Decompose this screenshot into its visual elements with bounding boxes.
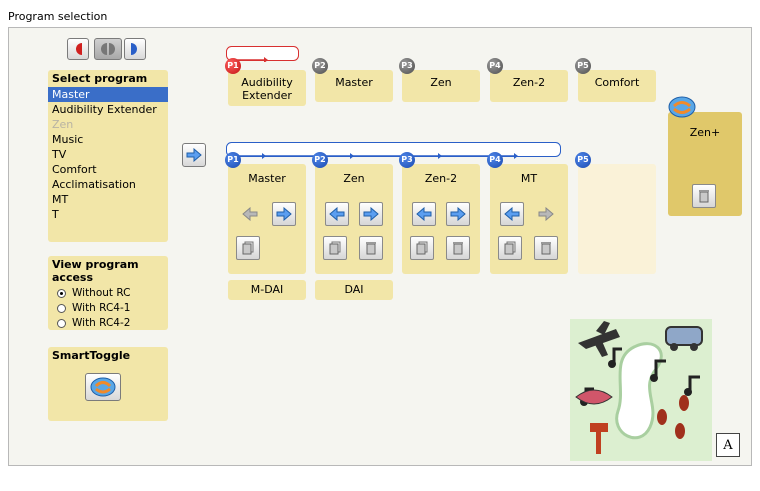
- view-access-title: View program access: [52, 258, 139, 284]
- move-right-button[interactable]: [446, 202, 470, 226]
- both-sides-button[interactable]: [94, 38, 122, 60]
- radio-button[interactable]: [57, 319, 66, 328]
- program-list-item[interactable]: Zen: [48, 117, 168, 132]
- access-option[interactable]: With RC4-1: [48, 301, 168, 316]
- program-list-item[interactable]: Audibility Extender: [48, 102, 168, 117]
- radio-button[interactable]: [57, 289, 66, 298]
- right-ear-icon: [131, 43, 137, 55]
- access-option-label: With RC4-1: [72, 302, 131, 314]
- program-list: Master Audibility Extender Zen Music TV Comfo…: [48, 87, 168, 222]
- move-right-button[interactable]: [534, 202, 558, 226]
- program-list-item[interactable]: TV: [48, 147, 168, 162]
- window-title: Program selection: [8, 10, 108, 23]
- access-option[interactable]: With RC4-2: [48, 316, 168, 331]
- access-option-label: With RC4-2: [72, 317, 131, 329]
- program-list-item[interactable]: Music: [48, 132, 168, 147]
- program-list-item[interactable]: Master: [48, 87, 168, 102]
- program-list-item[interactable]: Acclimatisation: [48, 177, 168, 192]
- smarttoggle-icon: [90, 377, 116, 397]
- move-right-button[interactable]: [272, 202, 296, 226]
- top-program-label: Comfort: [594, 76, 640, 89]
- smarttoggle-button[interactable]: [85, 373, 121, 401]
- window: Program selection Select program Master A…: [0, 0, 760, 491]
- smarttoggle-box: SmartToggle: [48, 347, 168, 421]
- bottom-program-slot[interactable]: Zen: [315, 164, 393, 274]
- copy-button[interactable]: [410, 236, 434, 260]
- tag-dai: DAI: [315, 280, 393, 300]
- sound-environment-illustration: [570, 319, 712, 461]
- delete-button[interactable]: [534, 236, 558, 260]
- delete-button[interactable]: [359, 236, 383, 260]
- top-program-label-line2: Extender: [242, 89, 292, 102]
- program-list-item[interactable]: Comfort: [48, 162, 168, 177]
- copy-button[interactable]: [323, 236, 347, 260]
- select-program-title: Select program: [52, 72, 148, 85]
- bottom-program-slot[interactable]: Zen-2: [402, 164, 480, 274]
- bottom-program-label: Zen: [343, 172, 365, 185]
- zen-plus-toggle-icon: [668, 96, 696, 118]
- both-ears-icon: [101, 43, 115, 55]
- left-side-button[interactable]: [67, 38, 89, 60]
- font-button-label: A: [723, 437, 733, 453]
- program-list-item[interactable]: MT: [48, 192, 168, 207]
- program-badge: P1: [225, 58, 241, 74]
- arrow-right-icon: [186, 148, 202, 162]
- font-button[interactable]: A: [716, 433, 740, 457]
- move-left-button[interactable]: [412, 202, 436, 226]
- bottom-program-label: Master: [248, 172, 286, 185]
- zen-plus-box: Zen+: [668, 112, 742, 216]
- left-ear-icon: [76, 43, 82, 55]
- tag-m-dai: M-DAI: [228, 280, 306, 300]
- top-program-slot[interactable]: Comfort: [578, 70, 656, 102]
- program-badge: P5: [575, 58, 591, 74]
- bottom-program-slot[interactable]: Master: [228, 164, 306, 274]
- zen-plus-label: Zen+: [689, 126, 721, 139]
- program-list-item[interactable]: T: [48, 207, 168, 222]
- bottom-program-label: MT: [520, 172, 538, 185]
- access-option[interactable]: Without RC: [48, 286, 168, 301]
- bottom-program-label: Zen-2: [424, 172, 458, 185]
- program-badge: P3: [399, 58, 415, 74]
- program-badge: P4: [487, 58, 503, 74]
- copy-button[interactable]: [498, 236, 522, 260]
- top-program-slot[interactable]: Audibility Extender: [228, 70, 306, 106]
- access-options: Without RC With RC4-1 With RC4-2: [48, 286, 168, 331]
- program-badge: P2: [312, 152, 328, 168]
- top-program-label: Zen-2: [512, 76, 546, 89]
- delete-button[interactable]: [446, 236, 470, 260]
- bottom-program-slot[interactable]: MT: [490, 164, 568, 274]
- copy-to-slots-button[interactable]: [182, 143, 206, 167]
- access-option-label: Without RC: [72, 287, 131, 299]
- move-left-button[interactable]: [500, 202, 524, 226]
- trash-icon: [699, 190, 709, 203]
- move-left-button[interactable]: [238, 202, 262, 226]
- radio-button[interactable]: [57, 304, 66, 313]
- zen-plus-delete-button[interactable]: [692, 184, 716, 208]
- top-program-label: Zen: [430, 76, 452, 89]
- program-badge: P4: [487, 152, 503, 168]
- top-program-slot[interactable]: Zen-2: [490, 70, 568, 102]
- program-badge: P1: [225, 152, 241, 168]
- program-badge: P3: [399, 152, 415, 168]
- move-right-button[interactable]: [359, 202, 383, 226]
- bottom-program-slot[interactable]: [578, 164, 656, 274]
- top-program-slot[interactable]: Master: [315, 70, 393, 102]
- program-badge: P2: [312, 58, 328, 74]
- move-left-button[interactable]: [325, 202, 349, 226]
- select-program-box: Select program Master Audibility Extender…: [48, 70, 168, 242]
- bottom-timeline: [226, 142, 561, 159]
- right-side-button[interactable]: [124, 38, 146, 60]
- program-badge: P5: [575, 152, 591, 168]
- view-access-box: View program access Without RC With RC4-1…: [48, 256, 168, 330]
- copy-button[interactable]: [236, 236, 260, 260]
- smarttoggle-title: SmartToggle: [52, 349, 131, 362]
- top-program-slot[interactable]: Zen: [402, 70, 480, 102]
- top-program-label: Master: [335, 76, 373, 89]
- top-program-label: Audibility: [241, 76, 293, 89]
